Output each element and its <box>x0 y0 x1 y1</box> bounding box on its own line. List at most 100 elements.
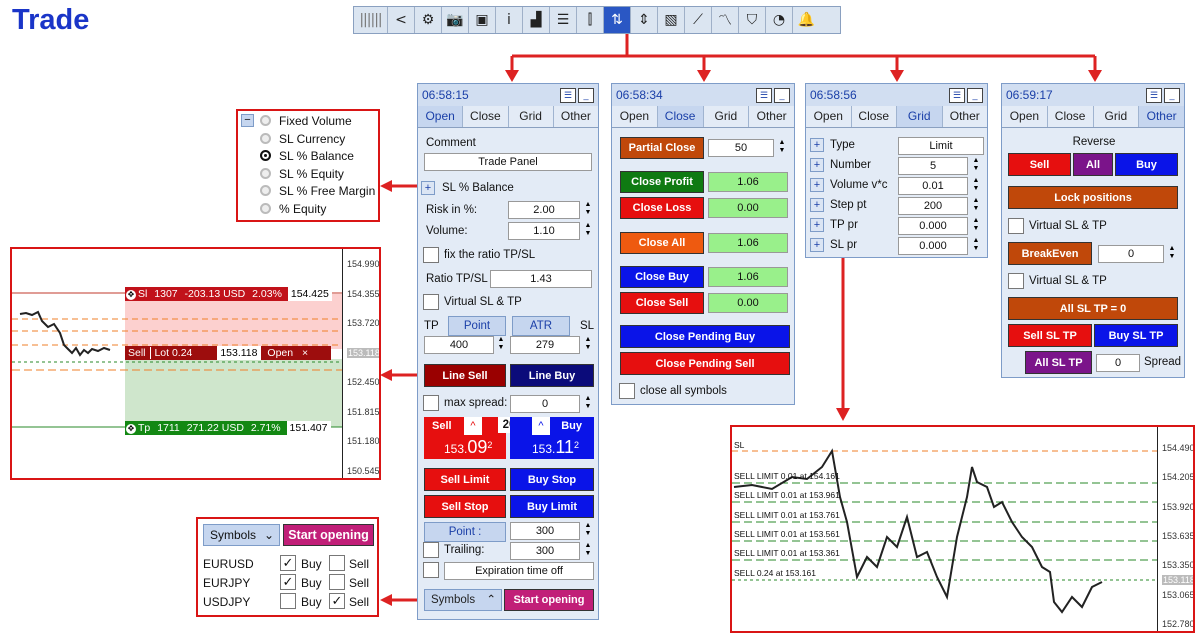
sl-mode-option[interactable]: SL % Balance <box>260 149 375 167</box>
minimize-icon[interactable]: _ <box>774 87 790 103</box>
grid-setting-stepper[interactable]: ▲ ▼ <box>970 157 982 175</box>
close-all-symbols-checkbox[interactable] <box>619 383 635 399</box>
point-stepper[interactable]: ▲ ▼ <box>582 522 594 540</box>
lock-positions-button[interactable]: Lock positions <box>1008 186 1178 209</box>
grid-setting-stepper[interactable]: ▲ ▼ <box>970 217 982 235</box>
grid-order-label[interactable]: SELL LIMIT 0.01 at 153.961 <box>734 490 840 500</box>
sl-line-label[interactable]: ✥ Sl 1307 -203.13 USD 2.03% 154.425 <box>125 287 332 301</box>
sell-checkbox[interactable]: ✓ <box>329 593 345 609</box>
tab-other[interactable]: Other <box>553 106 598 127</box>
tab-open[interactable]: Open <box>1002 106 1048 127</box>
grid-setting-input[interactable]: 0.01 <box>898 177 968 195</box>
drag-handle-icon[interactable]: ✥ <box>126 290 136 300</box>
expiration-field[interactable]: Expiration time off <box>444 562 594 580</box>
menu-icon[interactable]: ☰ <box>1146 87 1162 103</box>
order-open-button[interactable]: Open <box>267 347 293 359</box>
sell-button[interactable]: Sell ^ 153.092 <box>424 417 506 459</box>
tp-input[interactable]: 400 <box>424 336 494 354</box>
buy-sltp-button[interactable]: Buy SL TP <box>1094 324 1178 347</box>
start-opening-button[interactable]: Start opening <box>504 589 594 611</box>
sell-stop-button[interactable]: Sell Stop <box>424 495 506 518</box>
minimize-icon[interactable]: _ <box>1164 87 1180 103</box>
symbols-dropdown[interactable]: Symbols ⌃ <box>424 589 502 611</box>
order-price[interactable]: 153.118 <box>217 346 261 360</box>
tab-grid[interactable]: Grid <box>1093 106 1140 127</box>
ratio-input[interactable]: 1.43 <box>490 270 592 288</box>
grid-order-label[interactable]: SELL LIMIT 0.01 at 153.361 <box>734 548 840 558</box>
point-mode-button[interactable]: Point <box>448 316 506 336</box>
menu-icon[interactable]: ☰ <box>949 87 965 103</box>
grid-setting-input[interactable]: 0.000 <box>898 217 968 235</box>
grid-setting-stepper[interactable]: ▲ ▼ <box>970 177 982 195</box>
partial-close-input[interactable]: 50 <box>708 139 774 157</box>
point-input[interactable]: 300 <box>510 522 580 540</box>
expand-row-button[interactable]: + <box>810 158 824 172</box>
close-sell-button[interactable]: Close Sell <box>620 292 704 314</box>
expand-row-button[interactable]: + <box>810 238 824 252</box>
fix-ratio-checkbox[interactable] <box>423 247 439 263</box>
breakeven-input[interactable]: 0 <box>1098 245 1164 263</box>
tab-open[interactable]: Open <box>612 106 658 127</box>
breakeven-button[interactable]: BreakEven <box>1008 242 1092 265</box>
tab-close[interactable]: Close <box>1047 106 1094 127</box>
sl-price[interactable]: 154.425 <box>287 287 332 301</box>
expand-row-button[interactable]: + <box>810 178 824 192</box>
close-pending-sell-button[interactable]: Close Pending Sell <box>620 352 790 375</box>
order-close-icon[interactable]: × <box>302 347 308 359</box>
minimize-icon[interactable]: _ <box>967 87 983 103</box>
close-all-button[interactable]: Close All <box>620 232 704 254</box>
grid-order-label[interactable]: SELL LIMIT 0.01 at 154.161 <box>734 471 840 481</box>
max-spread-stepper[interactable]: ▲ ▼ <box>582 395 594 413</box>
sell-checkbox[interactable] <box>329 574 345 590</box>
buy-checkbox[interactable]: ✓ <box>280 574 296 590</box>
expand-row-button[interactable]: + <box>810 218 824 232</box>
trailing-input[interactable]: 300 <box>510 542 580 560</box>
spread-input[interactable]: 0 <box>1096 354 1140 372</box>
reverse-buy-button[interactable]: Buy <box>1115 153 1178 176</box>
sl-stepper[interactable]: ▲ ▼ <box>582 336 594 354</box>
tab-grid[interactable]: Grid <box>897 106 943 127</box>
collapse-button[interactable]: − <box>241 114 254 127</box>
partial-stepper[interactable]: ▲ ▼ <box>776 139 788 157</box>
close-buy-button[interactable]: Close Buy <box>620 266 704 288</box>
close-profit-button[interactable]: Close Profit <box>620 171 704 193</box>
grid-setting-input[interactable]: 0.000 <box>898 237 968 255</box>
grid-setting-input[interactable]: 5 <box>898 157 968 175</box>
reverse-all-button[interactable]: All <box>1073 153 1113 176</box>
close-loss-button[interactable]: Close Loss <box>620 197 704 219</box>
volume-input[interactable]: 1.10 <box>508 222 580 240</box>
risk-stepper[interactable]: ▲ ▼ <box>582 201 594 219</box>
virtual-sltp-checkbox[interactable] <box>423 294 439 310</box>
tab-other[interactable]: Other <box>942 106 987 127</box>
expand-row-button[interactable]: + <box>810 138 824 152</box>
buy-button[interactable]: ^ Buy 153.112 <box>510 417 594 459</box>
tab-open[interactable]: Open <box>418 106 464 127</box>
grid-setting-stepper[interactable]: ▲ ▼ <box>970 237 982 255</box>
breakeven-stepper[interactable]: ▲ ▼ <box>1166 245 1178 263</box>
grid-setting-input[interactable]: 200 <box>898 197 968 215</box>
grid-setting-stepper[interactable]: ▲ ▼ <box>970 197 982 215</box>
all-sltp-button[interactable]: All SL TP <box>1025 351 1092 374</box>
trailing-stepper[interactable]: ▲ ▼ <box>582 542 594 560</box>
trailing-checkbox[interactable] <box>423 542 439 558</box>
volume-stepper[interactable]: ▲ ▼ <box>582 222 594 240</box>
minimize-icon[interactable]: _ <box>578 87 594 103</box>
sell-sltp-button[interactable]: Sell SL TP <box>1008 324 1092 347</box>
tp-price[interactable]: 151.407 <box>286 421 331 435</box>
sl-mode-option[interactable]: SL % Free Margin <box>260 184 375 202</box>
grid-order-label[interactable]: SELL 0.24 at 153.161 <box>734 568 816 578</box>
grid-order-label[interactable]: SELL LIMIT 0.01 at 153.561 <box>734 529 840 539</box>
tp-stepper[interactable]: ▲ ▼ <box>495 336 507 354</box>
sell-checkbox[interactable] <box>329 555 345 571</box>
close-pending-buy-button[interactable]: Close Pending Buy <box>620 325 790 348</box>
max-spread-checkbox[interactable] <box>423 395 439 411</box>
tab-close[interactable]: Close <box>657 106 704 127</box>
sl-mode-option[interactable]: Fixed Volume <box>260 114 375 132</box>
menu-icon[interactable]: ☰ <box>560 87 576 103</box>
tab-other[interactable]: Other <box>1139 106 1184 127</box>
grid-setting-input[interactable]: Limit <box>898 137 984 155</box>
buy-checkbox[interactable] <box>280 593 296 609</box>
buy-stop-button[interactable]: Buy Stop <box>510 468 594 491</box>
tp-line-label[interactable]: ✥ Tp 1711 271.22 USD 2.71% 151.407 <box>125 421 331 435</box>
line-buy-button[interactable]: Line Buy <box>510 364 594 387</box>
